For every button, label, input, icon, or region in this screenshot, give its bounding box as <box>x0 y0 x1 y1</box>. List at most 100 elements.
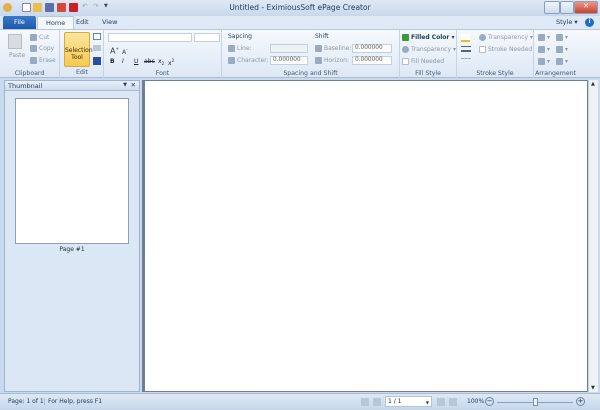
last-page-icon[interactable] <box>449 398 457 406</box>
text-tool-icon[interactable] <box>93 33 101 40</box>
horizon-input[interactable]: 0.000000 <box>352 56 392 65</box>
zoom-in-button[interactable]: + <box>576 397 585 406</box>
status-bar: Page: 1 of 1 For Help, press F1 1 / 1 ▼ 1… <box>0 393 600 410</box>
underline-icon[interactable]: U <box>134 58 138 65</box>
close-button[interactable]: ✕ <box>574 1 598 14</box>
ribbon: Paste Cut Copy Erase Clipboard Selection… <box>0 29 600 78</box>
style-label: Style <box>556 18 573 26</box>
style-menu[interactable]: Style ▾ <box>556 16 578 29</box>
shift-title: Shift <box>315 33 329 40</box>
page-thumbnail[interactable] <box>15 98 129 244</box>
edit-label: Edit <box>76 69 88 76</box>
strikethrough-icon[interactable]: abc <box>144 58 155 65</box>
selection-tool-button[interactable]: Selection Tool <box>64 32 93 67</box>
cut-button[interactable]: Cut <box>30 34 49 41</box>
font-group: A+ A- B I U abc x2 x2 Font <box>104 30 222 78</box>
fill-needed-checkbox[interactable]: Fill Needed <box>402 58 444 65</box>
ribbon-tabs: File Home Edit View Style ▾ i <box>0 16 600 29</box>
baseline-icon <box>315 45 322 52</box>
thumbnail-panel-header: Thumbnail ▼ ✕ <box>5 81 139 91</box>
previous-page-icon[interactable] <box>373 398 381 406</box>
superscript-icon[interactable]: x2 <box>168 58 174 67</box>
page-count-status: Page: 1 of 1 <box>8 398 44 405</box>
scroll-down-icon[interactable]: ▼ <box>591 385 595 391</box>
spacing-shift-group: Sapcing Line: Character: 0.000000 Shift … <box>222 30 400 78</box>
bring-forward-icon[interactable]: ▾ <box>538 34 550 41</box>
stroke-style-label: Stroke Style <box>476 70 514 77</box>
stroke-color-icon[interactable] <box>461 34 470 42</box>
fill-style-group: Filled Color ▾ Transparency ▾ Fill Neede… <box>400 30 457 78</box>
window-title: Untitled - EximiousSoft ePage Creator <box>229 3 371 12</box>
arrangement-label: Arrangement <box>535 70 576 77</box>
stroke-needed-checkbox[interactable]: Stroke Needed <box>479 46 532 53</box>
zoom-slider-thumb[interactable] <box>533 398 538 406</box>
clipboard-label: Clipboard <box>14 70 45 77</box>
fill-style-label: Fill Style <box>415 70 441 77</box>
line-width-icon[interactable] <box>461 46 471 52</box>
scissors-icon <box>30 34 37 41</box>
font-name-select[interactable] <box>108 33 192 42</box>
line-spacing-input[interactable] <box>270 44 308 53</box>
line-spacing-icon <box>228 45 235 52</box>
paste-icon <box>8 34 22 49</box>
paste-button[interactable]: Paste <box>9 52 25 59</box>
transparency-icon <box>479 34 486 41</box>
baseline-label: Baseline: <box>315 45 351 52</box>
font-label: Font <box>155 70 170 77</box>
shape-tool-icon[interactable] <box>93 57 101 65</box>
minimize-button[interactable] <box>544 1 560 14</box>
group-icon[interactable]: ▾ <box>538 58 550 65</box>
tab-file[interactable]: File <box>3 16 36 29</box>
erase-icon <box>30 57 37 64</box>
baseline-input[interactable]: 0.000000 <box>352 44 392 53</box>
zoom-out-button[interactable]: − <box>485 397 494 406</box>
thumbnail-panel: Thumbnail ▼ ✕ Page #1 <box>4 80 140 392</box>
stroke-transparency-button[interactable]: Transparency ▾ <box>479 34 533 41</box>
maximize-button[interactable] <box>560 1 574 14</box>
image-tool-icon[interactable] <box>93 45 101 51</box>
checkbox-icon <box>402 58 409 65</box>
stroke-style-group: Transparency ▾ Stroke Needed Stroke Styl… <box>457 30 534 78</box>
spacing-title: Sapcing <box>228 33 252 40</box>
filled-color-button[interactable]: Filled Color ▾ <box>402 34 455 41</box>
page-number-value: 1 / 1 <box>388 398 402 405</box>
first-page-icon[interactable] <box>361 398 369 406</box>
transparency-icon <box>402 46 409 53</box>
character-spacing-label: Character: <box>228 57 269 64</box>
page-canvas[interactable] <box>142 80 588 392</box>
fill-color-icon <box>402 34 409 41</box>
dash-style-icon[interactable] <box>461 58 471 64</box>
horizon-icon <box>315 57 322 64</box>
send-backward-icon[interactable]: ▾ <box>538 46 550 53</box>
bold-icon[interactable]: B <box>110 58 115 65</box>
rotate-icon[interactable]: ▾ <box>556 46 568 53</box>
tab-edit[interactable]: Edit <box>68 16 97 29</box>
copy-icon <box>30 45 37 52</box>
scroll-up-icon[interactable]: ▲ <box>591 81 595 87</box>
help-status: For Help, press F1 <box>44 398 102 405</box>
erase-button[interactable]: Erase <box>30 57 56 64</box>
shrink-font-icon[interactable]: A- <box>122 47 128 56</box>
fill-transparency-button[interactable]: Transparency ▾ <box>402 46 456 53</box>
clipboard-group: Paste Cut Copy Erase Clipboard <box>0 30 60 78</box>
grow-font-icon[interactable]: A+ <box>110 46 119 56</box>
title-bar: ↶ ↷ ▼ Untitled - EximiousSoft ePage Crea… <box>0 0 600 16</box>
panel-close-icon[interactable]: ✕ <box>131 81 136 89</box>
flip-icon[interactable]: ▾ <box>556 58 568 65</box>
character-spacing-input[interactable]: 0.000000 <box>270 56 308 65</box>
horizon-label: Horizon: <box>315 57 349 64</box>
page-number-select[interactable]: 1 / 1 ▼ <box>385 396 432 407</box>
align-icon[interactable]: ▾ <box>556 34 568 41</box>
panel-menu-icon[interactable]: ▼ <box>123 82 127 88</box>
tab-view[interactable]: View <box>94 16 125 29</box>
subscript-icon[interactable]: x2 <box>158 58 164 66</box>
vertical-scrollbar[interactable]: ▲ ▼ <box>588 80 598 392</box>
arrangement-group: ▾ ▾ ▾ ▾ ▾ ▾ Arrangement <box>534 30 577 78</box>
help-icon[interactable]: i <box>585 18 594 27</box>
copy-button[interactable]: Copy <box>30 45 54 52</box>
italic-icon[interactable]: I <box>122 58 124 65</box>
font-size-select[interactable] <box>194 33 220 42</box>
thumbnail-panel-title: Thumbnail <box>8 82 43 90</box>
next-page-icon[interactable] <box>437 398 445 406</box>
zoom-level: 100% <box>467 398 485 405</box>
